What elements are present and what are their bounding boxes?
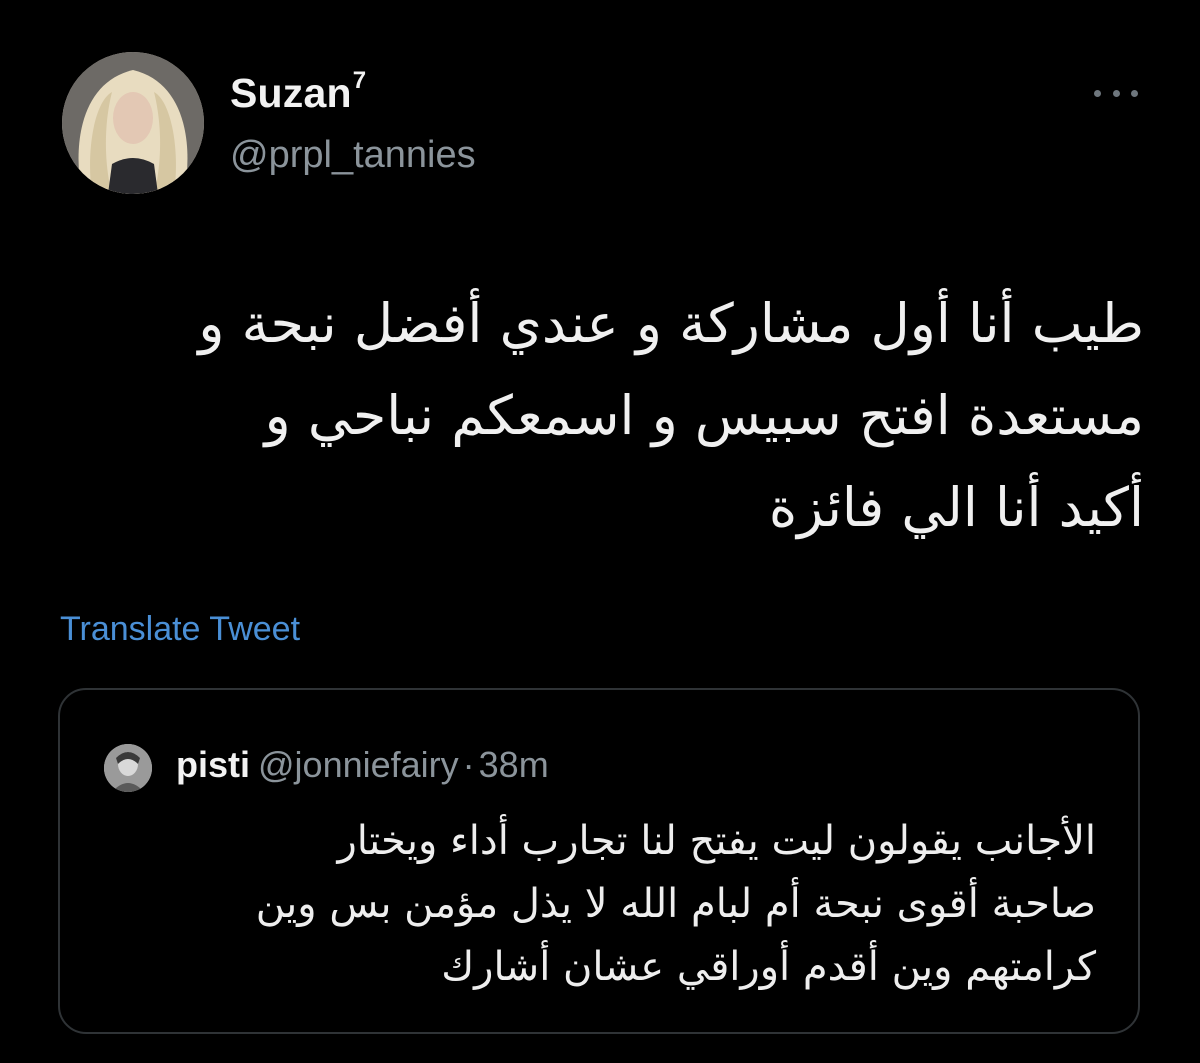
quoted-text-line: الأجانب يقولون ليت يفتح لنا تجارب أداء و…	[337, 818, 1096, 864]
tweet-text-line: مستعدة افتح سبيس و اسمعكم نباحي و	[264, 384, 1144, 447]
quoted-text-line: صاحبة أقوى نبحة أم لبام الله لا يذل مؤمن…	[255, 881, 1096, 927]
separator-dot: ·	[462, 744, 475, 785]
avatar-photo-icon	[62, 52, 204, 194]
display-name-suffix: 7	[352, 67, 367, 95]
quoted-text-line: كرامتهم وين أقدم أوراقي عشان أشارك	[441, 944, 1096, 990]
quoted-tweet-card[interactable]: pisti @jonniefairy · 38m الأجانب يقولون ليت…	[58, 688, 1140, 1034]
translate-tweet-link[interactable]: Translate Tweet	[60, 610, 300, 649]
tweet-text: طيب أنا أول مشاركة و عندي أفضل نبحة و مس…	[64, 278, 1144, 554]
more-options-icon[interactable]	[1094, 78, 1138, 108]
quoted-author-avatar	[104, 744, 152, 792]
dot	[1112, 89, 1120, 97]
dot	[1094, 89, 1101, 97]
tweet-text-line: أكيد أنا الي فائزة	[768, 476, 1144, 539]
quoted-author-handle: @jonniefairy	[258, 744, 459, 785]
author-handle[interactable]: @prpl_tannies	[230, 134, 476, 177]
quoted-author-name: pisti	[176, 744, 251, 785]
quoted-tweet-header: pisti @jonniefairy · 38m	[176, 744, 549, 786]
quoted-tweet-text: الأجانب يقولون ليت يفتح لنا تجارب أداء و…	[96, 810, 1096, 999]
dot	[1131, 89, 1138, 97]
tweet-text-line: طيب أنا أول مشاركة و عندي أفضل نبحة و	[198, 292, 1144, 355]
avatar-photo-icon	[104, 744, 152, 792]
author-avatar[interactable]	[62, 52, 204, 194]
author-display-name[interactable]: Suzan7	[230, 67, 367, 117]
display-name-text: Suzan	[230, 70, 352, 116]
quoted-tweet-time: 38m	[478, 744, 549, 785]
